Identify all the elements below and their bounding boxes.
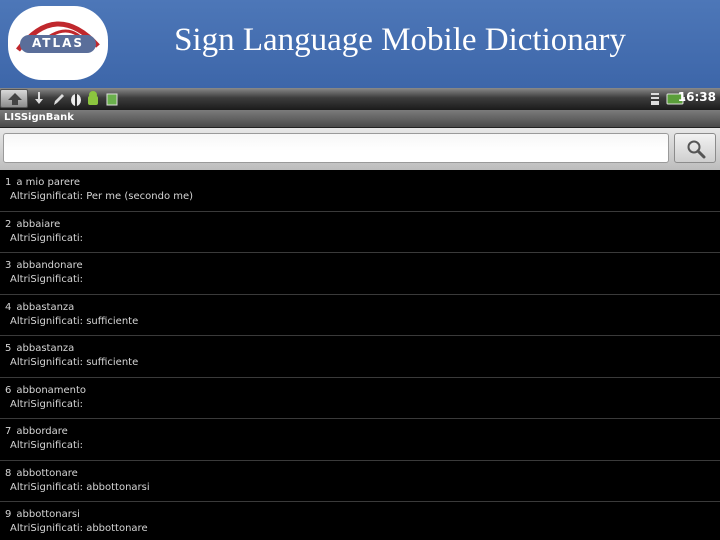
item-word: abbastanza (16, 301, 75, 313)
item-word: abbonamento (16, 384, 87, 396)
download-icon (35, 92, 43, 104)
search-icon (687, 140, 706, 159)
home-button[interactable] (0, 89, 28, 108)
slide-header: ATLAS Sign Language Mobile Dictionary (0, 0, 720, 88)
item-meaning: AltriSignificati: (10, 440, 84, 451)
item-word: abbottonare (16, 467, 78, 479)
list-item[interactable]: 7 abbordare AltriSignificati: (0, 419, 720, 461)
slide-title: Sign Language Mobile Dictionary (174, 22, 626, 58)
item-word: a mio parere (16, 177, 81, 188)
item-number: 7 (5, 426, 12, 437)
item-meaning: AltriSignificati: abbottonarsi (10, 481, 150, 493)
list-item[interactable]: 6 abbonamento AltriSignificati: (0, 378, 720, 419)
search-bar (0, 128, 720, 170)
item-word: abbaiare (16, 218, 61, 230)
logo-text: ATLAS (31, 36, 85, 50)
item-number: 4 (5, 301, 12, 313)
app-title-bar: LISSignBank (0, 110, 720, 128)
item-word: abbastanza (16, 343, 75, 354)
debug-icon (71, 94, 81, 106)
item-meaning: AltriSignificati: Per me (secondo me) (10, 191, 194, 202)
item-meaning: AltriSignificati: sufficiente (10, 357, 139, 368)
item-meaning: AltriSignificati: (10, 398, 84, 410)
item-meaning: AltriSignificati: sufficiente (10, 315, 139, 327)
item-number: 3 (5, 260, 12, 271)
item-word: abbordare (16, 426, 68, 437)
item-word: abbandonare (16, 260, 83, 271)
status-time: 16:38 (677, 90, 716, 104)
list-item[interactable]: 3 abbandonare AltriSignificati: (0, 253, 720, 295)
list-item[interactable]: 9 abbottonarsi AltriSignificati: abbotton… (0, 502, 720, 540)
status-bar: 16:38 (0, 88, 720, 110)
list-item[interactable]: 5 abbastanza AltriSignificati: sufficient… (0, 336, 720, 378)
sd-card-icon (106, 93, 118, 106)
list-item[interactable]: 2 abbaiare AltriSignificati: (0, 212, 720, 253)
item-meaning: AltriSignificati: (10, 274, 84, 285)
app-title: LISSignBank (4, 112, 74, 123)
item-number: 9 (5, 509, 12, 520)
item-number: 5 (5, 343, 12, 354)
item-word: abbottonarsi (16, 509, 80, 520)
item-meaning: AltriSignificati: abbottonare (10, 523, 148, 534)
result-list: 1 a mio parere AltriSignificati: Per me (… (0, 170, 720, 540)
signal-icon (651, 93, 659, 105)
item-number: 6 (5, 384, 12, 396)
android-icon (88, 91, 98, 105)
list-item[interactable]: 8 abbottonare AltriSignificati: abbottona… (0, 461, 720, 502)
atlas-logo: ATLAS (8, 6, 108, 80)
list-item[interactable]: 1 a mio parere AltriSignificati: Per me (… (0, 170, 720, 212)
item-meaning: AltriSignificati: (10, 232, 84, 244)
home-icon (8, 93, 22, 105)
item-number: 1 (5, 177, 12, 188)
item-number: 8 (5, 467, 12, 479)
search-button[interactable] (674, 133, 716, 163)
edit-icon (54, 94, 64, 105)
item-number: 2 (5, 218, 12, 230)
search-input[interactable] (3, 133, 669, 163)
list-item[interactable]: 4 abbastanza AltriSignificati: sufficient… (0, 295, 720, 336)
